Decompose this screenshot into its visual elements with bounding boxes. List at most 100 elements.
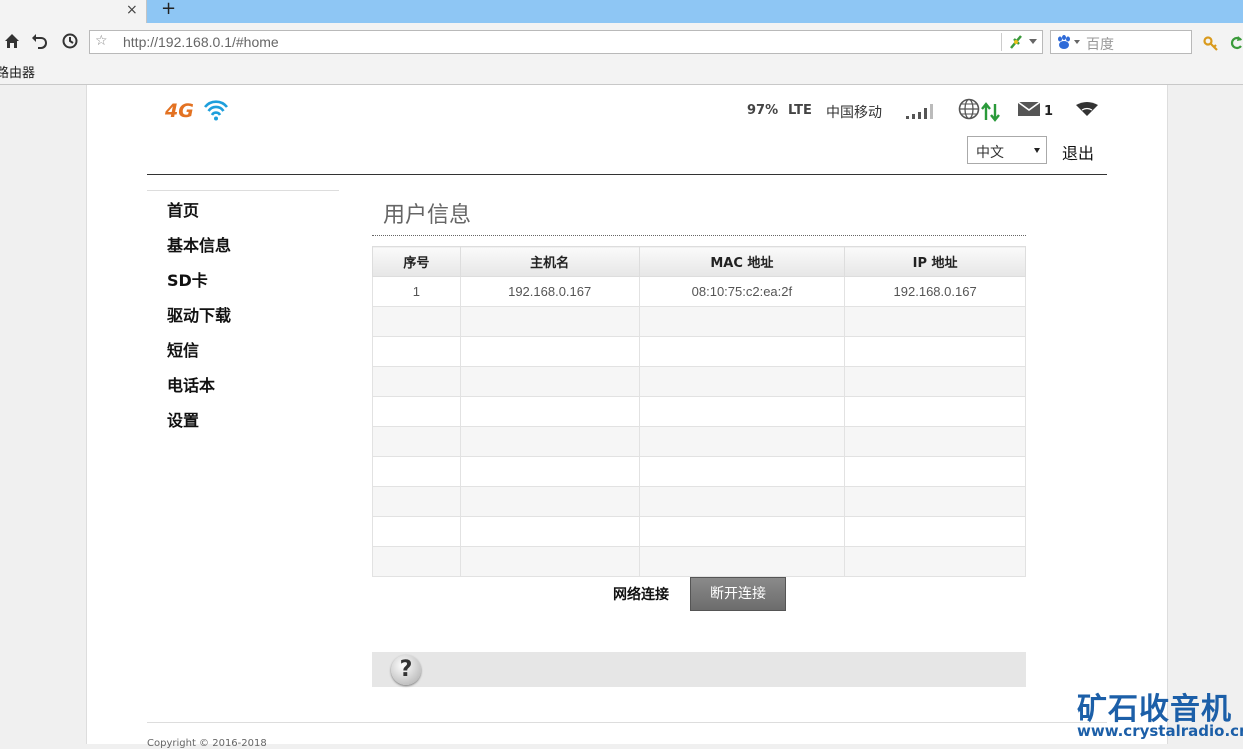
new-tab-button[interactable]: + bbox=[161, 0, 176, 19]
table-header-row: 序号 主机名 MAC 地址 IP 地址 bbox=[372, 246, 1026, 277]
table-cell-empty bbox=[638, 336, 846, 367]
sidebar-item-settings[interactable]: 设置 bbox=[167, 407, 199, 431]
table-cell-empty bbox=[459, 486, 640, 517]
table-row-empty bbox=[372, 456, 1026, 487]
user-table: 序号 主机名 MAC 地址 IP 地址 1 192.168.0.167 08:1… bbox=[372, 246, 1026, 577]
compat-mode-icon[interactable] bbox=[1008, 33, 1024, 51]
cell-hostname: 192.168.0.167 bbox=[459, 276, 640, 307]
table-cell-empty bbox=[638, 456, 846, 487]
refresh-icon[interactable] bbox=[1229, 35, 1243, 51]
table-cell-empty bbox=[372, 336, 461, 367]
help-icon[interactable]: ? bbox=[391, 655, 421, 685]
language-value: 中文 bbox=[976, 145, 1004, 161]
table-row-empty bbox=[372, 546, 1026, 577]
column-header-index: 序号 bbox=[372, 246, 461, 277]
table-cell-empty bbox=[844, 546, 1026, 577]
table-cell-empty bbox=[844, 426, 1026, 457]
table-cell-empty bbox=[372, 516, 461, 547]
table-row-empty bbox=[372, 486, 1026, 517]
svg-text:4G: 4G bbox=[165, 100, 194, 122]
url-text[interactable]: http://192.168.0.1/#home bbox=[123, 34, 279, 50]
table-cell-empty bbox=[638, 546, 846, 577]
table-cell-empty bbox=[638, 486, 846, 517]
header-divider bbox=[147, 174, 1107, 175]
column-header-hostname: 主机名 bbox=[459, 246, 640, 277]
sidebar-item-driver-download[interactable]: 驱动下载 bbox=[167, 302, 231, 326]
table-row-empty bbox=[372, 426, 1026, 457]
table-cell-empty bbox=[844, 486, 1026, 517]
bookmark-star-icon[interactable]: ☆ bbox=[95, 33, 108, 49]
table-cell-empty bbox=[459, 366, 640, 397]
browser-tab[interactable]: × bbox=[0, 0, 147, 24]
table-cell-empty bbox=[372, 546, 461, 577]
bookmarks-bar: 路由器 bbox=[0, 60, 1243, 85]
table-cell-empty bbox=[844, 516, 1026, 547]
sidebar-item-sms[interactable]: 短信 bbox=[167, 337, 199, 361]
search-input[interactable]: 百度 bbox=[1086, 34, 1114, 54]
home-icon[interactable] bbox=[3, 32, 21, 50]
sidebar-item-basic-info[interactable]: 基本信息 bbox=[167, 232, 231, 256]
table-cell-empty bbox=[372, 426, 461, 457]
language-select[interactable]: 中文 bbox=[967, 136, 1047, 164]
network-connection-label: 网络连接 bbox=[613, 587, 669, 603]
sidebar-item-sd-card[interactable]: SD卡 bbox=[167, 267, 208, 291]
logout-link[interactable]: 退出 bbox=[1062, 140, 1094, 164]
signal-strength-icon bbox=[906, 104, 933, 119]
title-divider bbox=[372, 235, 1026, 236]
battery-level: 97% bbox=[747, 103, 779, 118]
table-cell-empty bbox=[459, 516, 640, 547]
network-type: LTE bbox=[788, 103, 812, 118]
sms-count[interactable]: 1 bbox=[1044, 104, 1053, 119]
wifi-status-icon bbox=[1076, 102, 1098, 116]
cell-mac: 08:10:75:c2:ea:2f bbox=[638, 276, 846, 307]
watermark-en: www.crystalradio.cn bbox=[1077, 722, 1243, 740]
table-cell-empty bbox=[638, 366, 846, 397]
4g-wifi-logo: 4G bbox=[165, 100, 229, 122]
search-engine-dropdown-icon[interactable] bbox=[1074, 40, 1080, 44]
table-cell-empty bbox=[372, 306, 461, 337]
table-row-empty bbox=[372, 366, 1026, 397]
page-title: 用户信息 bbox=[383, 203, 472, 228]
sidebar-divider bbox=[147, 190, 339, 191]
table-cell-empty bbox=[844, 366, 1026, 397]
table-cell-empty bbox=[459, 456, 640, 487]
table-cell-empty bbox=[638, 516, 846, 547]
table-cell-empty bbox=[372, 486, 461, 517]
table-row-empty bbox=[372, 516, 1026, 547]
table-row-empty bbox=[372, 336, 1026, 367]
table-cell-empty bbox=[459, 426, 640, 457]
help-bar: ? bbox=[372, 652, 1026, 687]
cell-index: 1 bbox=[372, 276, 461, 307]
table-cell-empty bbox=[638, 396, 846, 427]
bookmark-router[interactable]: 路由器 bbox=[0, 62, 35, 81]
table-cell-empty bbox=[372, 396, 461, 427]
table-cell-empty bbox=[459, 546, 640, 577]
globe-data-icon bbox=[958, 98, 1000, 122]
undo-icon[interactable] bbox=[31, 32, 49, 50]
column-header-mac: MAC 地址 bbox=[638, 246, 846, 277]
tab-close-icon[interactable]: × bbox=[126, 2, 138, 18]
address-bar[interactable]: ☆ http://192.168.0.1/#home bbox=[89, 30, 1043, 54]
table-cell-empty bbox=[844, 396, 1026, 427]
table-cell-empty bbox=[459, 306, 640, 337]
table-cell-empty bbox=[638, 426, 846, 457]
table-cell-empty bbox=[638, 306, 846, 337]
carrier-name: 中国移动 bbox=[826, 105, 882, 121]
table-cell-empty bbox=[459, 396, 640, 427]
table-cell-empty bbox=[372, 456, 461, 487]
disconnect-button[interactable]: 断开连接 bbox=[690, 577, 786, 611]
url-dropdown-icon[interactable] bbox=[1029, 39, 1037, 44]
sidebar-item-phonebook[interactable]: 电话本 bbox=[167, 372, 215, 396]
search-box[interactable]: 百度 bbox=[1050, 30, 1192, 54]
router-page: 4G 97% LTE 中国移动 1 中文 退出 首页 基本信息 SD卡 驱动下载… bbox=[86, 85, 1168, 749]
table-cell-empty bbox=[844, 336, 1026, 367]
cell-ip: 192.168.0.167 bbox=[844, 276, 1026, 307]
sidebar-item-home[interactable]: 首页 bbox=[167, 197, 199, 221]
baidu-paw-icon bbox=[1058, 35, 1070, 49]
table-row-empty bbox=[372, 396, 1026, 427]
key-icon[interactable] bbox=[1203, 35, 1219, 51]
sms-envelope-icon[interactable] bbox=[1018, 101, 1040, 117]
history-icon[interactable] bbox=[61, 32, 79, 50]
url-divider bbox=[1001, 33, 1002, 51]
footer-divider bbox=[147, 722, 1107, 723]
